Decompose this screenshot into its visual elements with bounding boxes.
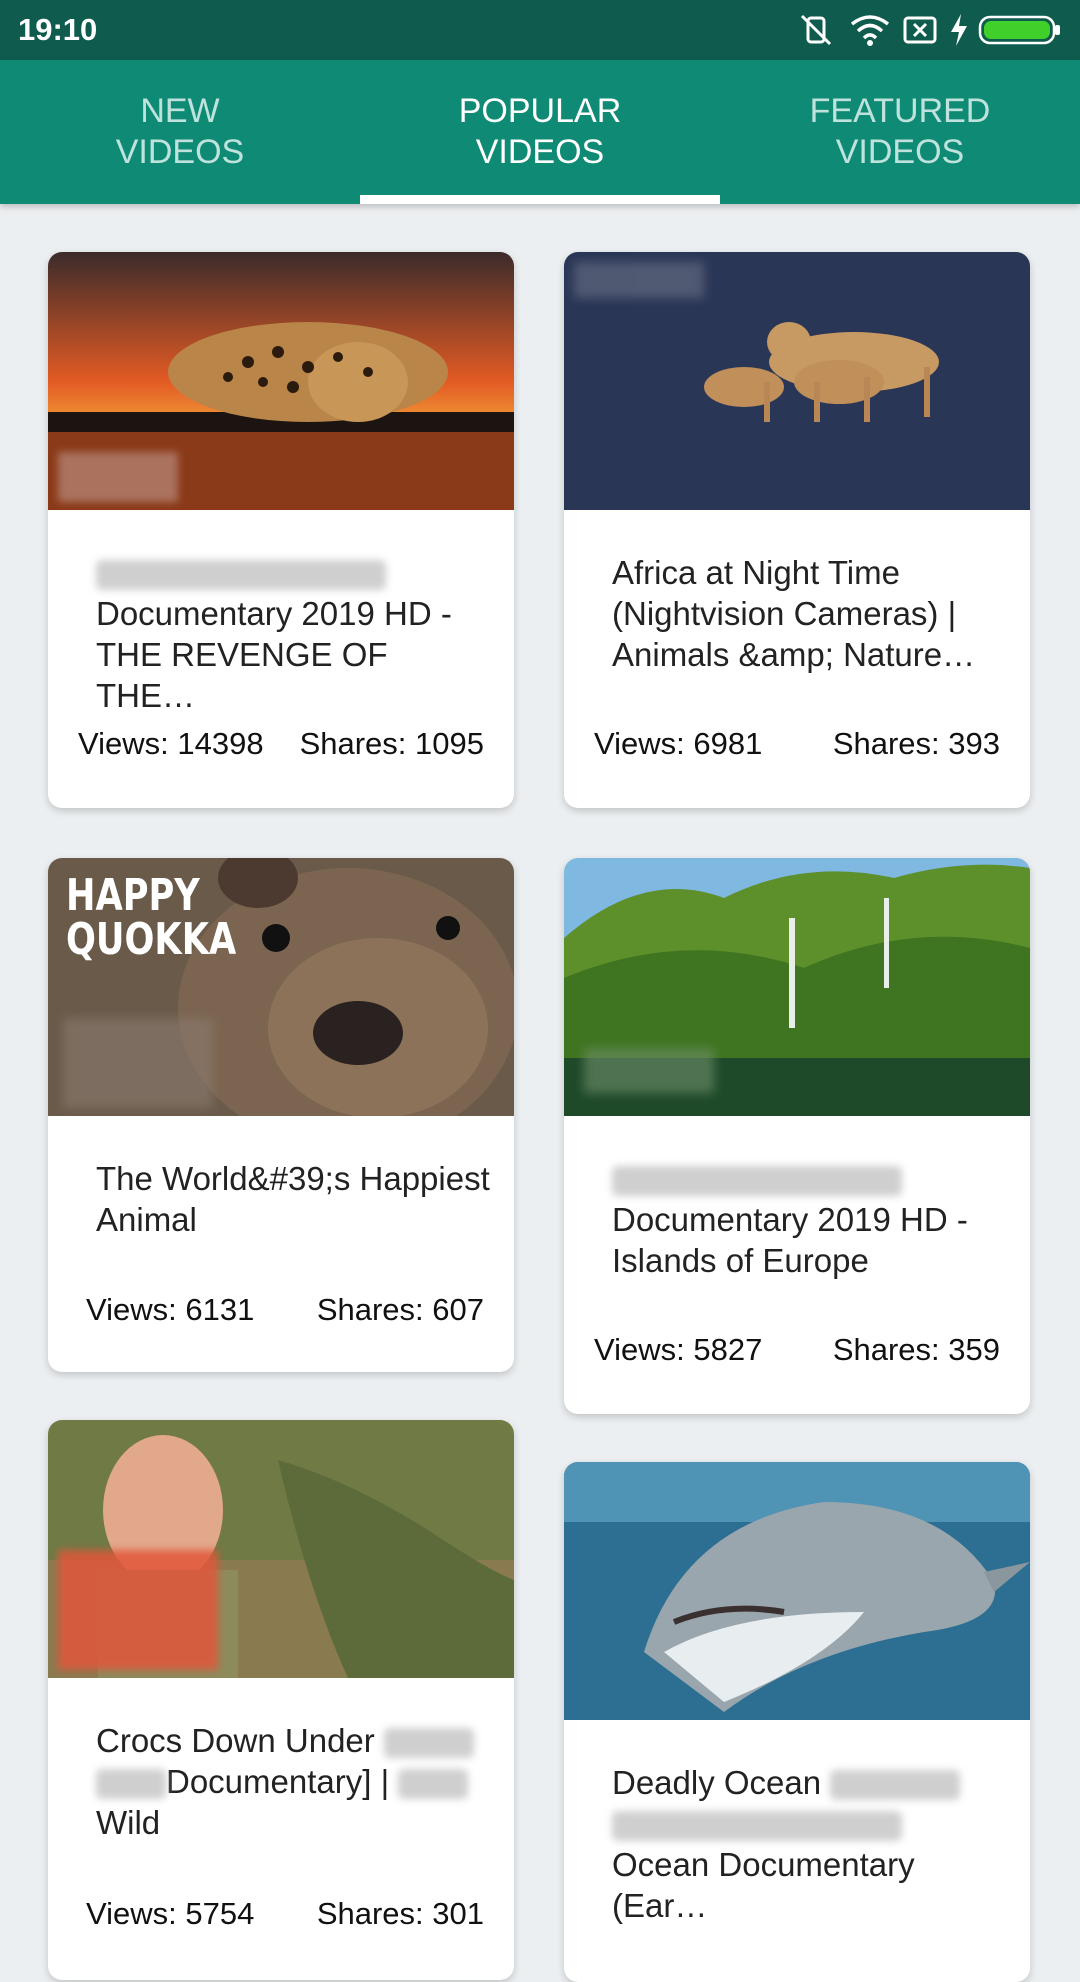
redacted-text (96, 1769, 166, 1800)
video-thumbnail[interactable] (564, 252, 1030, 510)
shares-count: Shares: 301 (316, 1896, 484, 1931)
status-time: 19:10 (18, 12, 98, 47)
wifi-icon (850, 12, 890, 53)
video-title-line: (Nightvision Cameras) | (612, 595, 957, 632)
video-title-line: Documentary 2019 HD - (612, 1201, 968, 1238)
redacted-text (612, 1166, 902, 1197)
video-title: Crocs Down Under Documentary] | Wild (96, 1720, 490, 1843)
redacted-text (398, 1769, 469, 1800)
video-thumbnail[interactable] (48, 1420, 514, 1678)
views-count: Views: 14398 (78, 726, 264, 761)
tab-bar: NEW VIDEOS POPULAR VIDEOS FEATURED VIDEO… (0, 60, 1080, 204)
video-thumbnail[interactable] (48, 252, 514, 510)
video-title: The World&#39;s Happiest Animal (96, 1158, 490, 1240)
redacted-text (830, 1770, 961, 1801)
video-card[interactable]: Documentary 2019 HD - THE REVENGE OF THE… (48, 252, 514, 808)
video-title-line: THE REVENGE OF THE… (96, 636, 388, 714)
video-title: Deadly Ocean Ocean Documentary (Ear… (612, 1762, 1006, 1926)
views-count: Views: 6131 (86, 1292, 255, 1327)
video-title-line: Animals &amp; Nature… (612, 636, 976, 673)
video-thumbnail[interactable] (564, 858, 1030, 1116)
video-card[interactable]: Documentary 2019 HD - Islands of Europe … (564, 858, 1030, 1414)
tab-new-videos[interactable]: NEW VIDEOS (0, 60, 360, 204)
video-title-line: Deadly Ocean (612, 1764, 822, 1801)
vibrate-off-icon (798, 12, 834, 53)
shares-count: Shares: 359 (832, 1332, 1000, 1367)
video-title: Africa at Night Time (Nightvision Camera… (612, 552, 1006, 675)
status-bar: 19:10 (0, 0, 1080, 60)
video-thumbnail[interactable]: HAPPY QUOKKA (48, 858, 514, 1116)
redacted-text (383, 1728, 474, 1759)
views-count: Views: 5827 (594, 1332, 763, 1367)
video-title: Documentary 2019 HD - THE REVENGE OF THE… (96, 552, 490, 716)
video-card[interactable]: Africa at Night Time (Nightvision Camera… (564, 252, 1030, 808)
thumbnail-caption: HAPPY QUOKKA (66, 870, 237, 965)
video-card[interactable]: Crocs Down Under Documentary] | Wild Vie… (48, 1420, 514, 1980)
tab-featured-videos[interactable]: FEATURED VIDEOS (720, 60, 1080, 204)
video-title: Documentary 2019 HD - Islands of Europe (612, 1158, 1006, 1281)
charging-icon (948, 12, 970, 53)
video-title-line: Ocean Documentary (Ear… (612, 1846, 915, 1924)
views-count: Views: 5754 (86, 1896, 255, 1931)
video-title-line: Documentary 2019 HD - (96, 595, 452, 632)
video-title-line: Crocs Down Under (96, 1722, 375, 1759)
active-tab-indicator (360, 195, 720, 204)
video-title-line: Islands of Europe (612, 1242, 869, 1279)
redacted-text (96, 560, 386, 591)
video-title-line: The World&#39;s Happiest (96, 1160, 490, 1197)
video-title-line: Wild (96, 1804, 161, 1841)
views-count: Views: 6981 (594, 726, 763, 761)
video-card[interactable]: HAPPY QUOKKA The World&#39;s Happiest An… (48, 858, 514, 1372)
tab-popular-videos[interactable]: POPULAR VIDEOS (360, 60, 720, 204)
redacted-text (612, 1811, 902, 1842)
video-title-line: Animal (96, 1201, 197, 1238)
video-thumbnail[interactable] (564, 1462, 1030, 1720)
no-sim-icon (902, 12, 938, 53)
shares-count: Shares: 393 (832, 726, 1000, 761)
video-card[interactable]: Deadly Ocean Ocean Documentary (Ear… (564, 1462, 1030, 1982)
shares-count: Shares: 1095 (299, 726, 484, 761)
shares-count: Shares: 607 (316, 1292, 484, 1327)
video-title-line: Africa at Night Time (612, 554, 900, 591)
battery-icon (978, 12, 1062, 53)
video-title-line: Documentary] | (166, 1763, 390, 1800)
